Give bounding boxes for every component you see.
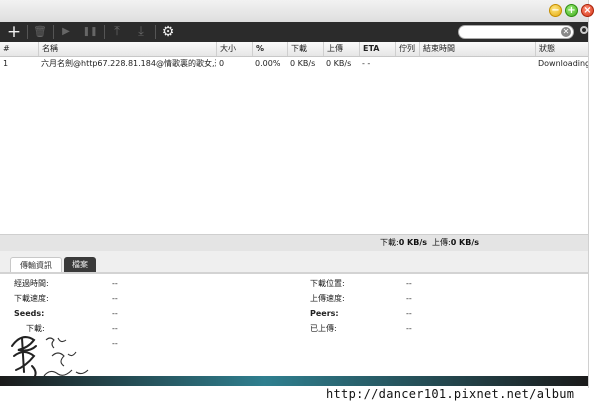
move-down-button[interactable]: ⤓ bbox=[131, 22, 151, 42]
toolbar: + 🗑 ▶ ❚❚ ⤒ ⤓ ⚙ ✕ bbox=[0, 22, 588, 42]
toolbar-divider bbox=[27, 25, 28, 39]
elapsed-time-value: -- bbox=[112, 279, 118, 288]
column-header-finish-time[interactable]: 結束時間 bbox=[419, 42, 535, 56]
row-status: Downloading bbox=[538, 59, 588, 68]
seeds-label: Seeds: bbox=[14, 309, 45, 318]
tab-transfer-info[interactable]: 傳輸資訊 bbox=[10, 257, 62, 273]
gear-icon: ⚙ bbox=[161, 24, 175, 40]
watermark-url: http://dancer101.pixnet.net/album bbox=[326, 387, 575, 401]
clear-search-icon[interactable]: ✕ bbox=[561, 27, 571, 37]
ratio-value: -- bbox=[112, 339, 118, 348]
total-download-speed: 下載:0 KB/s bbox=[380, 235, 427, 251]
move-top-icon: ⤒ bbox=[114, 24, 120, 39]
seeds-value: -- bbox=[112, 309, 118, 318]
row-finish-time bbox=[419, 57, 535, 70]
title-bar: − + × bbox=[0, 0, 594, 22]
start-button[interactable]: ▶ bbox=[56, 22, 76, 42]
download-speed-label: 下載速度: bbox=[14, 294, 49, 303]
column-header-percent[interactable]: % bbox=[252, 42, 287, 56]
row-percent: 0.00% bbox=[255, 59, 281, 68]
search-icon[interactable] bbox=[580, 26, 588, 34]
column-header-status[interactable]: 狀態 bbox=[535, 42, 588, 56]
row-eta: - - bbox=[362, 59, 371, 68]
row-download-speed: 0 KB/s bbox=[290, 59, 316, 68]
column-header-size[interactable]: 大小 bbox=[216, 42, 252, 56]
watermark-signature-logo bbox=[11, 336, 89, 379]
settings-button[interactable]: ⚙ bbox=[158, 22, 178, 42]
upload-speed-label: 上傳速度: bbox=[310, 294, 345, 303]
add-torrent-button[interactable]: + bbox=[4, 22, 24, 42]
download-label: 下載: bbox=[380, 238, 399, 247]
download-value: 0 KB/s bbox=[398, 238, 428, 247]
uploaded-label: 已上傳: bbox=[310, 324, 337, 333]
minimize-button[interactable]: − bbox=[549, 4, 562, 17]
upload-label: 上傳: bbox=[432, 238, 451, 247]
tab-files[interactable]: 檔案 bbox=[64, 257, 96, 273]
pause-icon: ❚❚ bbox=[82, 27, 98, 37]
close-button[interactable]: × bbox=[581, 4, 594, 17]
table-row[interactable]: 1 六月名劍@http67.228.81.184@情歌裏的歌女,還可... 0 … bbox=[0, 57, 588, 70]
toolbar-divider bbox=[104, 25, 105, 39]
search-field[interactable]: ✕ bbox=[458, 25, 574, 39]
torrent-list-empty-area[interactable] bbox=[0, 70, 588, 234]
close-icon: × bbox=[583, 5, 592, 16]
download-location-label: 下載位置: bbox=[310, 279, 345, 288]
status-bar: 下載:0 KB/s 上傳:0 KB/s bbox=[0, 234, 588, 251]
column-header-download[interactable]: 下載 bbox=[287, 42, 323, 56]
trash-icon: 🗑 bbox=[33, 25, 47, 38]
row-name: 六月名劍@http67.228.81.184@情歌裏的歌女,還可... bbox=[41, 59, 216, 68]
peers-label: Peers: bbox=[310, 309, 339, 318]
row-upload-speed: 0 KB/s bbox=[326, 59, 352, 68]
peers-value: -- bbox=[406, 309, 412, 318]
upload-speed-value: -- bbox=[406, 294, 412, 303]
maximize-icon: + bbox=[567, 5, 576, 16]
downloaded-value: -- bbox=[112, 324, 118, 333]
total-upload-speed: 上傳:0 KB/s bbox=[432, 235, 479, 251]
row-number: 1 bbox=[3, 59, 9, 68]
maximize-button[interactable]: + bbox=[565, 4, 578, 17]
pause-button[interactable]: ❚❚ bbox=[80, 22, 100, 42]
play-icon: ▶ bbox=[62, 26, 70, 37]
toolbar-divider bbox=[53, 25, 54, 39]
column-header-number[interactable]: # bbox=[0, 42, 38, 56]
plus-icon: + bbox=[6, 22, 22, 42]
remove-button[interactable]: 🗑 bbox=[30, 22, 50, 42]
upload-value: 0 KB/s bbox=[450, 238, 480, 247]
minimize-icon: − bbox=[551, 5, 560, 16]
uploaded-value: -- bbox=[406, 324, 412, 333]
download-speed-value: -- bbox=[112, 294, 118, 303]
download-location-value: -- bbox=[406, 279, 412, 288]
torrent-table-header: # 名稱 大小 % 下載 上傳 ETA 佇列 結束時間 狀態 bbox=[0, 42, 588, 57]
move-up-button[interactable]: ⤒ bbox=[107, 22, 127, 42]
column-header-eta[interactable]: ETA bbox=[359, 42, 395, 56]
toolbar-divider bbox=[155, 25, 156, 39]
move-bottom-icon: ⤓ bbox=[138, 24, 144, 39]
row-queue bbox=[395, 57, 419, 70]
column-header-upload[interactable]: 上傳 bbox=[323, 42, 359, 56]
detail-tab-strip: 傳輸資訊 檔案 bbox=[0, 251, 588, 273]
column-header-name[interactable]: 名稱 bbox=[38, 42, 216, 56]
row-size: 0 bbox=[219, 59, 225, 68]
elapsed-time-label: 經過時間: bbox=[14, 279, 49, 288]
column-header-queue[interactable]: 佇列 bbox=[395, 42, 419, 56]
